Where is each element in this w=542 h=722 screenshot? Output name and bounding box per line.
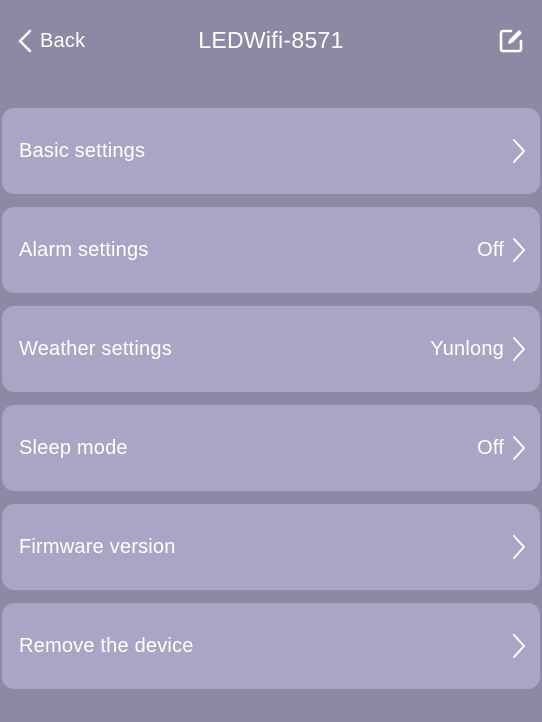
row-value: Off xyxy=(477,238,504,261)
chevron-right-icon xyxy=(512,633,526,659)
row-label: Alarm settings xyxy=(19,238,149,261)
settings-row-weather[interactable]: Weather settings Yunlong xyxy=(2,306,540,392)
top-bar: Back LEDWifi-8571 xyxy=(0,0,542,82)
settings-row-basic[interactable]: Basic settings xyxy=(2,108,540,194)
settings-row-remove-device[interactable]: Remove the device xyxy=(2,603,540,689)
row-value: Yunlong xyxy=(430,337,504,360)
settings-list: Basic settings Alarm settings Off Weathe… xyxy=(2,108,540,702)
settings-row-firmware[interactable]: Firmware version xyxy=(2,504,540,590)
row-value: Off xyxy=(477,436,504,459)
row-label: Basic settings xyxy=(19,139,146,162)
chevron-right-icon xyxy=(512,534,526,560)
row-label: Sleep mode xyxy=(19,436,128,459)
settings-row-alarm[interactable]: Alarm settings Off xyxy=(2,207,540,293)
edit-icon xyxy=(498,29,524,58)
page-title: LEDWifi-8571 xyxy=(198,27,344,53)
row-label: Firmware version xyxy=(19,535,176,558)
edit-button[interactable] xyxy=(498,28,524,54)
chevron-right-icon xyxy=(512,336,526,362)
chevron-right-icon xyxy=(512,138,526,164)
chevron-right-icon xyxy=(512,237,526,263)
chevron-right-icon xyxy=(512,435,526,461)
settings-row-sleep[interactable]: Sleep mode Off xyxy=(2,405,540,491)
row-label: Remove the device xyxy=(19,634,194,657)
row-label: Weather settings xyxy=(19,337,172,360)
